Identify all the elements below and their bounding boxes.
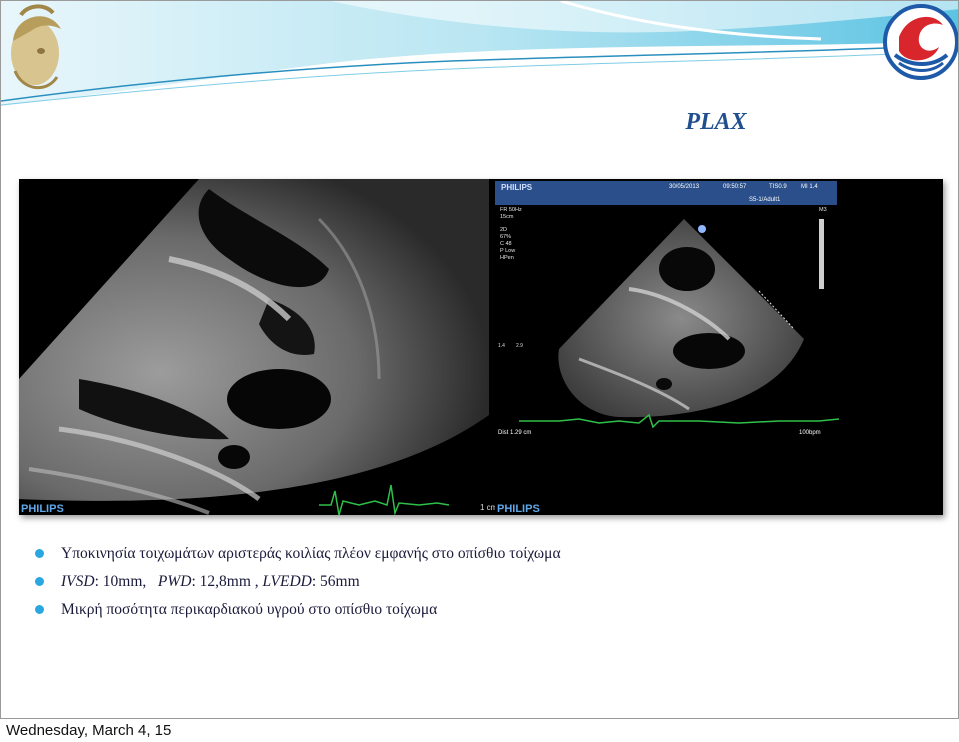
bullet-item: Μικρή ποσότητα περικαρδιακού υγρού στο ο… bbox=[35, 600, 935, 628]
lvedd-value: : 56mm bbox=[311, 573, 360, 590]
svg-text:S5-1/Adult1: S5-1/Adult1 bbox=[749, 197, 781, 203]
svg-text:FR 50Hz: FR 50Hz bbox=[500, 207, 522, 213]
svg-text:C 48: C 48 bbox=[500, 241, 512, 247]
left-philips-label: PHILIPS bbox=[21, 503, 64, 515]
svg-text:P Low: P Low bbox=[500, 248, 515, 254]
header-decoration bbox=[1, 1, 958, 106]
pwd-value: : 12,8mm , bbox=[191, 573, 263, 590]
bullet-text: Υποκινησία τοιχωμάτων αριστεράς κοιλίας … bbox=[61, 545, 561, 562]
svg-text:15cm: 15cm bbox=[500, 214, 514, 220]
bullet-dot-icon bbox=[35, 577, 44, 586]
svg-text:PHILIPS: PHILIPS bbox=[501, 183, 533, 192]
svg-text:TIS0.9: TIS0.9 bbox=[769, 184, 787, 190]
svg-text:MI 1.4: MI 1.4 bbox=[801, 184, 818, 190]
svg-text:HPen: HPen bbox=[500, 255, 514, 261]
bullet-dot-icon bbox=[35, 549, 44, 558]
ivsd-value: : 10mm, bbox=[94, 573, 158, 590]
athena-logo-icon bbox=[11, 4, 61, 90]
society-emblem-icon bbox=[883, 4, 958, 80]
echocardiogram-image: PHILIPS 1 cm PHILIPS 30/05/2013 09:50:57… bbox=[19, 179, 943, 515]
svg-text:2.9: 2.9 bbox=[516, 343, 523, 349]
svg-text:2D: 2D bbox=[500, 227, 507, 233]
slide-title: PLAX bbox=[685, 109, 747, 135]
bullet-text: Μικρή ποσότητα περικαρδιακού υγρού στο ο… bbox=[61, 601, 438, 618]
bullet-item: IVSD: 10mm, PWD: 12,8mm , LVEDD: 56mm bbox=[35, 572, 935, 600]
ivsd-label: IVSD bbox=[61, 573, 95, 590]
bullet-list: Υποκινησία τοιχωμάτων αριστεράς κοιλίας … bbox=[35, 544, 935, 628]
svg-text:1.4: 1.4 bbox=[498, 343, 505, 349]
svg-text:100bpm: 100bpm bbox=[799, 430, 821, 436]
bullet-dot-icon bbox=[35, 605, 44, 614]
bullet-item: Υποκινησία τοιχωμάτων αριστεράς κοιλίας … bbox=[35, 544, 935, 572]
pwd-label: PWD bbox=[157, 573, 192, 590]
svg-text:09:50:57: 09:50:57 bbox=[723, 184, 747, 190]
footer-date: Wednesday, March 4, 15 bbox=[6, 722, 172, 739]
svg-text:30/05/2013: 30/05/2013 bbox=[669, 184, 700, 190]
svg-text:Dist 1.29 cm: Dist 1.29 cm bbox=[498, 430, 531, 436]
svg-text:M3: M3 bbox=[819, 207, 827, 213]
svg-text:67%: 67% bbox=[500, 234, 511, 240]
slide: PLAX PHILIPS 1 cm PHILIPS 30/05/2013 09:… bbox=[0, 0, 959, 719]
lvedd-label: LVEDD bbox=[262, 573, 312, 590]
right-philips-label: PHILIPS bbox=[497, 503, 540, 515]
